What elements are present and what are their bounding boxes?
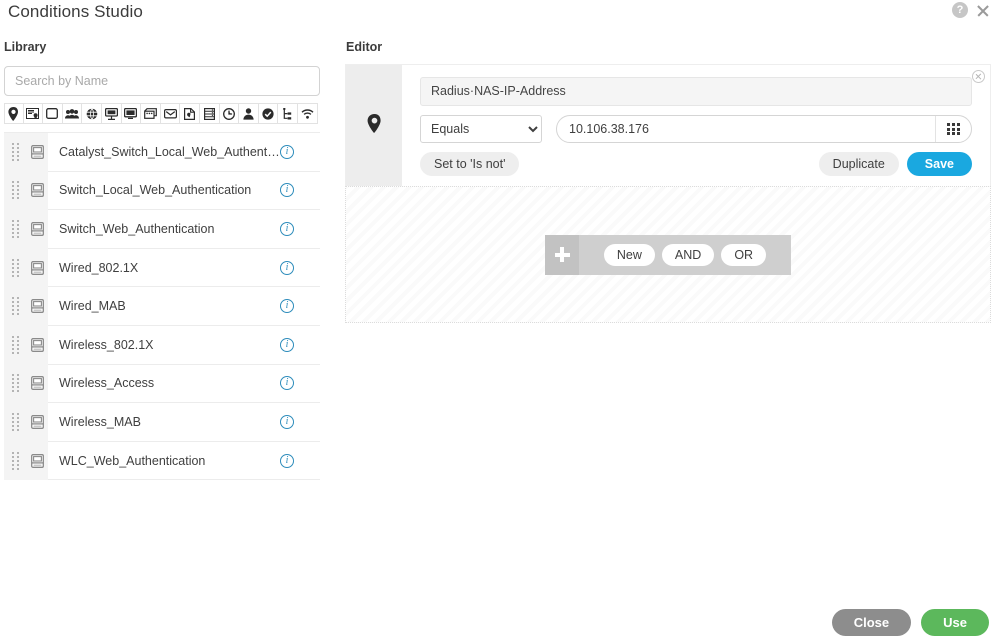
- and-condition-button[interactable]: AND: [661, 243, 715, 266]
- attribute-field[interactable]: Radius·NAS-IP-Address: [420, 77, 972, 106]
- server-rack-icon[interactable]: [199, 103, 220, 124]
- list-item[interactable]: Wired_MAB i: [4, 286, 320, 326]
- device-icon: [26, 171, 48, 210]
- close-button[interactable]: Close: [831, 609, 912, 636]
- list-item[interactable]: Wireless_Access i: [4, 364, 320, 404]
- drag-handle-icon[interactable]: [4, 441, 26, 480]
- rule-body: Radius·NAS-IP-Address Equals Not Equals …: [402, 65, 990, 186]
- device-icon: [26, 441, 48, 480]
- help-circle-icon[interactable]: ?: [952, 2, 968, 18]
- list-item-label: WLC_Web_Authentication: [59, 453, 206, 468]
- use-button[interactable]: Use: [921, 609, 989, 636]
- device-icon: [26, 364, 48, 403]
- duplicate-button[interactable]: Duplicate: [818, 152, 899, 176]
- value-input[interactable]: [557, 116, 935, 142]
- info-icon[interactable]: i: [280, 183, 294, 198]
- network-device-icon[interactable]: [141, 103, 161, 124]
- grid-picker-icon[interactable]: [935, 116, 971, 142]
- value-field-wrapper: [556, 115, 972, 143]
- file-icon[interactable]: [180, 103, 200, 124]
- device-icon: [26, 325, 48, 365]
- list-item[interactable]: Wireless_MAB i: [4, 402, 320, 442]
- device-icon: [26, 209, 48, 249]
- device-icon: [26, 248, 48, 287]
- user-group-icon[interactable]: [62, 103, 83, 124]
- clock-icon[interactable]: [219, 103, 240, 124]
- footer-buttons: Close Use: [831, 609, 989, 636]
- library-panel: Catalyst_Switch_Local_Web_Authentication…: [4, 66, 320, 481]
- info-icon[interactable]: i: [280, 453, 294, 468]
- new-condition-button[interactable]: New: [603, 243, 655, 266]
- topology-icon[interactable]: [278, 103, 298, 124]
- device-icon: [26, 286, 48, 326]
- person-icon[interactable]: [239, 103, 259, 124]
- list-item-label: Wireless_MAB: [59, 414, 141, 429]
- editor-panel: Radius·NAS-IP-Address Equals Not Equals …: [345, 64, 991, 323]
- library-filter-iconbar: [4, 103, 320, 124]
- info-icon[interactable]: i: [280, 337, 294, 352]
- list-item-label: Wireless_802.1X: [59, 337, 154, 352]
- rule-pin-column: [346, 65, 402, 186]
- list-item-label: Switch_Local_Web_Authentication: [59, 183, 252, 198]
- list-item[interactable]: Wired_802.1X i: [4, 248, 320, 288]
- drag-handle-icon[interactable]: [4, 286, 26, 326]
- certificate-icon[interactable]: [23, 103, 44, 124]
- drag-handle-icon[interactable]: [4, 364, 26, 403]
- drag-handle-icon[interactable]: [4, 171, 26, 210]
- rule-button-row: Set to 'Is not' Duplicate Save: [420, 152, 972, 176]
- mail-icon[interactable]: [160, 103, 181, 124]
- info-icon[interactable]: i: [280, 376, 294, 391]
- check-circle-icon[interactable]: [258, 103, 279, 124]
- workstation-icon[interactable]: [101, 103, 122, 124]
- operator-select[interactable]: Equals Not Equals Contains Not Contains …: [420, 115, 542, 143]
- add-condition-bar: New AND OR: [545, 234, 791, 275]
- editor-heading: Editor: [346, 40, 383, 54]
- info-icon[interactable]: i: [280, 414, 294, 429]
- condition-rule-card: Radius·NAS-IP-Address Equals Not Equals …: [345, 64, 991, 186]
- window-controls: ?: [952, 2, 991, 18]
- set-is-not-button[interactable]: Set to 'Is not': [420, 152, 520, 176]
- drag-handle-icon[interactable]: [4, 325, 26, 365]
- info-icon[interactable]: i: [280, 144, 294, 159]
- list-item[interactable]: Switch_Local_Web_Authentication i: [4, 171, 320, 211]
- list-item-label: Wired_MAB: [59, 299, 126, 314]
- globe-icon[interactable]: [82, 103, 102, 124]
- map-pin-icon: [367, 113, 382, 138]
- library-list: Catalyst_Switch_Local_Web_Authentication…: [4, 132, 320, 481]
- list-item-label: Catalyst_Switch_Local_Web_Authentication: [59, 144, 280, 159]
- or-condition-button[interactable]: OR: [721, 243, 767, 266]
- add-condition-pills: New AND OR: [579, 235, 791, 275]
- drag-handle-icon[interactable]: [4, 248, 26, 287]
- list-item[interactable]: Catalyst_Switch_Local_Web_Authentication…: [4, 132, 320, 172]
- drag-handle-icon[interactable]: [4, 209, 26, 249]
- info-icon[interactable]: i: [280, 299, 294, 314]
- device-icon: [26, 132, 48, 172]
- map-pin-icon[interactable]: [4, 103, 24, 124]
- drag-handle-icon[interactable]: [4, 132, 26, 172]
- search-input[interactable]: [4, 66, 320, 96]
- condition-dropzone[interactable]: New AND OR: [345, 186, 991, 323]
- close-icon[interactable]: [975, 2, 991, 18]
- plus-icon[interactable]: [545, 234, 579, 275]
- rounded-square-icon[interactable]: [43, 103, 63, 124]
- page-title: Conditions Studio: [8, 2, 143, 21]
- list-item[interactable]: Switch_Web_Authentication i: [4, 209, 320, 249]
- list-item[interactable]: WLC_Web_Authentication i: [4, 441, 320, 481]
- save-button[interactable]: Save: [906, 152, 972, 176]
- delete-circle-icon[interactable]: [972, 70, 985, 83]
- list-item-label: Switch_Web_Authentication: [59, 221, 215, 236]
- info-icon[interactable]: i: [280, 221, 294, 236]
- list-item-label: Wired_802.1X: [59, 260, 139, 275]
- operator-value-row: Equals Not Equals Contains Not Contains …: [420, 115, 972, 143]
- library-heading: Library: [4, 40, 47, 54]
- device-icon: [26, 402, 48, 442]
- list-item[interactable]: Wireless_802.1X i: [4, 325, 320, 365]
- wifi-icon[interactable]: [297, 103, 318, 124]
- info-icon[interactable]: i: [280, 260, 294, 275]
- monitor-icon[interactable]: [121, 103, 142, 124]
- drag-handle-icon[interactable]: [4, 402, 26, 442]
- list-item-label: Wireless_Access: [59, 376, 155, 391]
